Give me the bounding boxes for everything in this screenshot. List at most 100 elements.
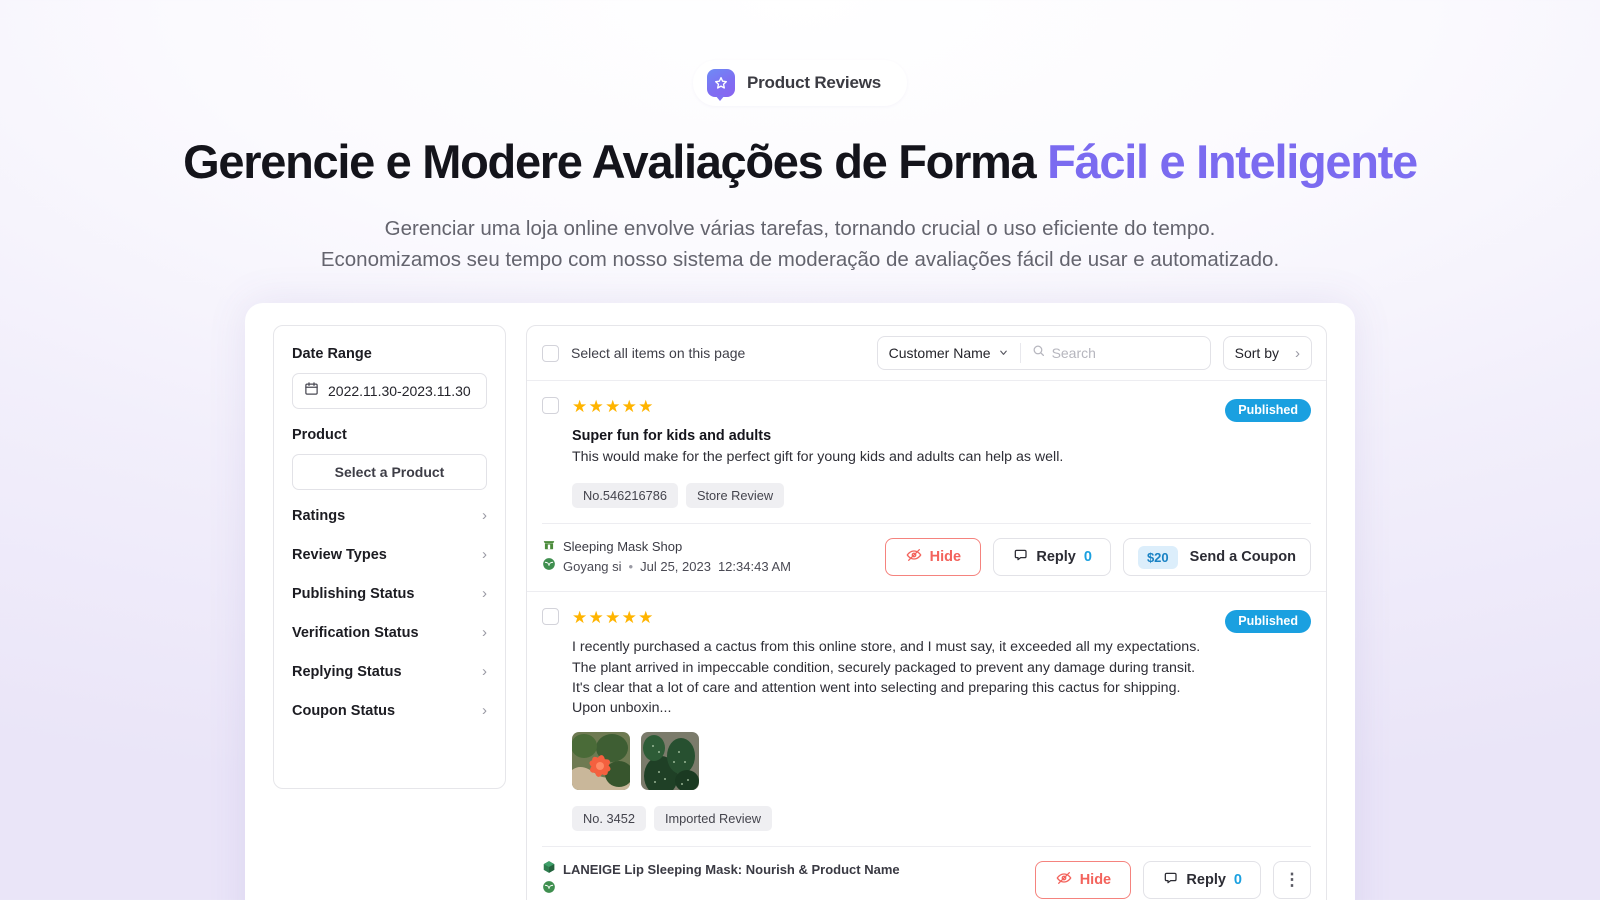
separator-dot: • <box>628 559 634 575</box>
more-options-button[interactable]: ⋮ <box>1273 861 1311 900</box>
page-title: Gerencie e Modere Avaliações de Forma Fá… <box>0 135 1600 189</box>
chevron-right-icon: › <box>482 546 487 563</box>
filter-label: Review Types <box>292 546 387 563</box>
review-type-tag: Store Review <box>685 483 785 509</box>
review-id-tag: No. 3452 <box>572 806 646 832</box>
product-reviews-badge: Product Reviews <box>693 60 907 106</box>
location-date-row: Goyang si • Jul 25, 2023 12:34:43 AM <box>542 557 873 577</box>
headline-main: Gerencie e Modere Avaliações de Forma <box>183 135 1048 188</box>
chevron-right-icon: › <box>1295 344 1300 362</box>
review-text: I recently purchased a cactus from this … <box>572 639 1201 716</box>
hide-label: Hide <box>1079 872 1112 889</box>
sidebar-item-ratings[interactable]: Ratings › <box>292 496 487 535</box>
reviews-app-window: Date Range 2022.11.30-2023.11.30 Product… <box>245 303 1355 900</box>
review-images <box>572 732 1212 791</box>
filter-label: Coupon Status <box>292 702 396 719</box>
review-meta: LANEIGE Lip Sleeping Mask: Nourish & Pro… <box>542 860 1023 900</box>
status-badge: Published <box>1225 610 1311 634</box>
review-card: ★★★★★ Super fun for kids and adults This… <box>527 381 1326 593</box>
sidebar-item-coupon-status[interactable]: Coupon Status › <box>292 691 487 730</box>
review-meta: Sleeping Mask Shop Goyang si • Jul 25, 2… <box>542 537 873 577</box>
chevron-right-icon: › <box>482 507 487 524</box>
product-name: LANEIGE Lip Sleeping Mask: Nourish & Pro… <box>563 862 900 878</box>
star-review-icon <box>707 69 735 101</box>
reply-bubble-icon <box>1162 870 1178 890</box>
calendar-icon <box>304 381 319 401</box>
review-type-tag: Imported Review <box>653 806 772 832</box>
subtitle-line-1: Gerenciar uma loja online envolve várias… <box>384 216 1216 240</box>
cactus-green-thumbnail[interactable] <box>641 732 699 791</box>
review-card: ★★★★★ I recently purchased a cactus from… <box>527 592 1326 900</box>
date-range-label: Date Range <box>292 346 372 362</box>
status-badge: Published <box>1225 399 1311 422</box>
reviews-panel: Select all items on this page Customer N… <box>526 325 1327 900</box>
eye-off-icon <box>1056 870 1072 890</box>
select-all-label: Select all items on this page <box>571 345 746 361</box>
reply-button[interactable]: Reply 0 <box>1143 861 1261 900</box>
review-checkbox[interactable] <box>542 608 559 626</box>
rating-stars: ★★★★★ <box>572 397 655 416</box>
product-label: Product <box>292 427 347 443</box>
review-date: Jul 25, 2023 <box>640 559 711 575</box>
sidebar-item-publishing-status[interactable]: Publishing Status › <box>292 574 487 613</box>
product-box-icon <box>542 860 556 880</box>
hide-button[interactable]: Hide <box>1035 861 1132 900</box>
date-range-input[interactable]: 2022.11.30-2023.11.30 <box>292 373 487 409</box>
filters-sidebar: Date Range 2022.11.30-2023.11.30 Product… <box>273 325 506 789</box>
rating-stars: ★★★★★ <box>572 608 655 628</box>
cactus-flower-thumbnail[interactable] <box>572 732 630 791</box>
sort-by-button[interactable]: Sort by › <box>1222 336 1312 370</box>
reply-button[interactable]: Reply 0 <box>993 538 1111 577</box>
review-tags: No.546216786 Store Review <box>572 483 1212 509</box>
eye-off-icon <box>906 547 922 567</box>
review-text: This would make for the perfect gift for… <box>572 449 1064 465</box>
page-subtitle: Gerenciar uma loja online envolve várias… <box>0 213 1600 277</box>
store-name: Sleeping Mask Shop <box>563 539 683 555</box>
search-input[interactable] <box>1051 345 1199 361</box>
review-footer: Sleeping Mask Shop Goyang si • Jul 25, 2… <box>542 523 1311 591</box>
location-name: Goyang si <box>563 559 622 575</box>
chevron-right-icon: › <box>482 624 487 641</box>
reply-bubble-icon <box>1012 547 1028 567</box>
search-field-selector[interactable]: Customer Name <box>878 343 1021 363</box>
badge-label: Product Reviews <box>747 73 881 92</box>
hide-label: Hide <box>929 549 962 566</box>
chevron-down-icon <box>998 345 1009 361</box>
store-icon <box>542 537 556 557</box>
location-icon <box>542 557 556 577</box>
date-range-value: 2022.11.30-2023.11.30 <box>328 383 471 399</box>
review-tags: No. 3452 Imported Review <box>572 806 1212 832</box>
reply-count: 0 <box>1233 872 1242 889</box>
select-all-checkbox[interactable] <box>542 344 559 362</box>
location-date-row <box>542 880 1023 900</box>
search-input-wrap <box>1021 344 1210 362</box>
sidebar-item-verification-status[interactable]: Verification Status › <box>292 613 487 652</box>
search-group: Customer Name <box>876 336 1211 370</box>
product-select-button[interactable]: Select a Product <box>292 454 487 490</box>
review-time: 12:34:43 AM <box>717 559 791 575</box>
chevron-right-icon: › <box>482 663 487 680</box>
hide-button[interactable]: Hide <box>885 538 982 577</box>
filter-label: Verification Status <box>292 624 419 641</box>
headline-accent: Fácil e Inteligente <box>1047 135 1418 188</box>
coupon-amount: $20 <box>1137 545 1178 569</box>
reviews-toolbar: Select all items on this page Customer N… <box>527 326 1326 381</box>
product-row: LANEIGE Lip Sleeping Mask: Nourish & Pro… <box>542 860 1023 880</box>
store-row: Sleeping Mask Shop <box>542 537 873 557</box>
review-title: Super fun for kids and adults <box>572 428 772 444</box>
chevron-right-icon: › <box>482 585 487 602</box>
reply-label: Reply <box>1186 872 1226 889</box>
filter-label: Publishing Status <box>292 585 415 602</box>
sort-by-label: Sort by <box>1234 345 1279 361</box>
send-coupon-button[interactable]: $20 Send a Coupon <box>1122 538 1311 577</box>
review-footer: LANEIGE Lip Sleeping Mask: Nourish & Pro… <box>542 846 1311 900</box>
chevron-right-icon: › <box>482 702 487 719</box>
filter-label: Ratings <box>292 507 346 524</box>
subtitle-line-2: Economizamos seu tempo com nosso sistema… <box>320 248 1280 272</box>
sidebar-item-replying-status[interactable]: Replying Status › <box>292 652 487 691</box>
reply-count: 0 <box>1083 549 1092 566</box>
hero-section: Product Reviews Gerencie e Modere Avalia… <box>0 0 1600 276</box>
sidebar-item-review-types[interactable]: Review Types › <box>292 535 487 574</box>
review-checkbox[interactable] <box>542 397 559 414</box>
coupon-label: Send a Coupon <box>1189 549 1296 566</box>
